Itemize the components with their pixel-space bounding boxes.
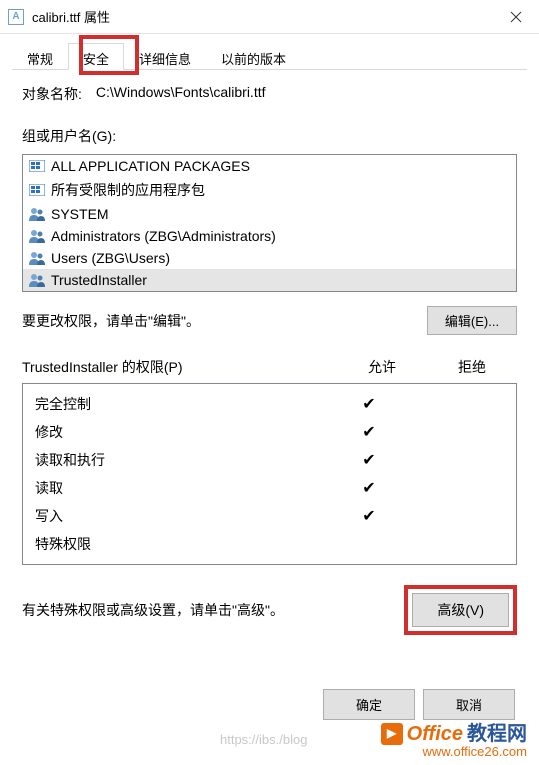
close-icon: [510, 11, 522, 23]
perm-allow-icon: ✔: [324, 506, 414, 526]
watermark-brand1: Office: [407, 723, 463, 745]
watermark-icon: ▶: [381, 723, 403, 745]
list-item-label: TrustedInstaller: [51, 272, 147, 288]
ok-button[interactable]: 确定: [323, 689, 415, 720]
advanced-hint-text: 有关特殊权限或高级设置，请单击"高级"。: [22, 600, 284, 620]
object-name-row: 对象名称: C:\Windows\Fonts\calibri.ttf: [22, 84, 517, 104]
perm-name: 读取和执行: [35, 450, 324, 470]
perm-deny: [414, 534, 504, 554]
tab-bar: 常规 安全 详细信息 以前的版本: [12, 42, 527, 70]
ghost-watermark-text: https://ibs./blog: [220, 732, 307, 747]
perm-row: 修改✔: [23, 418, 516, 446]
perm-header-name: TrustedInstaller 的权限(P): [22, 357, 337, 377]
tab-previous[interactable]: 以前的版本: [206, 43, 301, 70]
list-item[interactable]: TrustedInstaller: [23, 269, 516, 291]
watermark-url: www.office26.com: [381, 745, 527, 759]
perm-deny: [414, 506, 504, 526]
tab-security[interactable]: 安全: [68, 43, 124, 70]
list-item[interactable]: Administrators (ZBG\Administrators): [23, 225, 516, 247]
perm-allow-icon: ✔: [324, 422, 414, 442]
package-icon: [29, 160, 45, 172]
perm-allow-icon: ✔: [324, 394, 414, 414]
dialog-content: 常规 安全 详细信息 以前的版本 对象名称: C:\Windows\Fonts\…: [0, 34, 539, 746]
list-item-label: 所有受限制的应用程序包: [51, 180, 205, 200]
list-item-label: ALL APPLICATION PACKAGES: [51, 158, 250, 174]
perm-name: 完全控制: [35, 394, 324, 414]
perm-allow-icon: ✔: [324, 478, 414, 498]
perm-header-deny: 拒绝: [427, 357, 517, 377]
list-item[interactable]: ALL APPLICATION PACKAGES: [23, 155, 516, 177]
perm-name: 读取: [35, 478, 324, 498]
perm-row: 完全控制✔: [23, 390, 516, 418]
group-users-label: 组或用户名(G):: [22, 126, 517, 146]
perm-name: 修改: [35, 422, 324, 442]
users-icon: [29, 273, 45, 287]
watermark: ▶ Office教程网 www.office26.com: [381, 723, 527, 759]
users-icon: [29, 229, 45, 243]
perm-row: 写入✔: [23, 502, 516, 530]
users-icon: [29, 207, 45, 221]
perm-name: 特殊权限: [35, 534, 324, 554]
highlight-box-advanced: 高级(V): [404, 585, 517, 635]
close-button[interactable]: [493, 0, 539, 34]
titlebar: A calibri.ttf 属性: [0, 0, 539, 34]
package-icon: [29, 184, 45, 196]
perm-name: 写入: [35, 506, 324, 526]
perm-row: 读取和执行✔: [23, 446, 516, 474]
tab-details[interactable]: 详细信息: [124, 43, 206, 70]
perm-deny: [414, 394, 504, 414]
permissions-header: TrustedInstaller 的权限(P) 允许 拒绝: [22, 357, 517, 377]
tab-general[interactable]: 常规: [12, 43, 68, 70]
perm-deny: [414, 422, 504, 442]
object-name-label: 对象名称:: [22, 84, 82, 104]
list-item[interactable]: 所有受限制的应用程序包: [23, 177, 516, 203]
edit-hint-text: 要更改权限，请单击"编辑"。: [22, 311, 200, 331]
list-item-label: SYSTEM: [51, 206, 109, 222]
edit-button[interactable]: 编辑(E)...: [427, 306, 517, 335]
watermark-brand2: 教程网: [467, 723, 527, 745]
security-panel: 对象名称: C:\Windows\Fonts\calibri.ttf 组或用户名…: [12, 70, 527, 635]
perm-allow-icon: ✔: [324, 450, 414, 470]
window-title: calibri.ttf 属性: [32, 7, 493, 26]
edit-permissions-row: 要更改权限，请单击"编辑"。 编辑(E)...: [22, 306, 517, 335]
cancel-button[interactable]: 取消: [423, 689, 515, 720]
permissions-list: 完全控制✔ 修改✔ 读取和执行✔ 读取✔ 写入✔ 特殊权限: [22, 383, 517, 565]
perm-row: 特殊权限: [23, 530, 516, 558]
advanced-row: 有关特殊权限或高级设置，请单击"高级"。 高级(V): [22, 585, 517, 635]
perm-deny: [414, 478, 504, 498]
list-item-label: Administrators (ZBG\Administrators): [51, 228, 276, 244]
perm-row: 读取✔: [23, 474, 516, 502]
principals-list[interactable]: ALL APPLICATION PACKAGES 所有受限制的应用程序包 SYS…: [22, 154, 517, 292]
font-file-icon: A: [8, 9, 24, 25]
users-icon: [29, 251, 45, 265]
perm-header-allow: 允许: [337, 357, 427, 377]
perm-allow: [324, 534, 414, 554]
object-name-value: C:\Windows\Fonts\calibri.ttf: [96, 84, 266, 104]
list-item[interactable]: SYSTEM: [23, 203, 516, 225]
perm-deny: [414, 450, 504, 470]
list-item-label: Users (ZBG\Users): [51, 250, 170, 266]
list-item[interactable]: Users (ZBG\Users): [23, 247, 516, 269]
advanced-button[interactable]: 高级(V): [412, 593, 509, 627]
